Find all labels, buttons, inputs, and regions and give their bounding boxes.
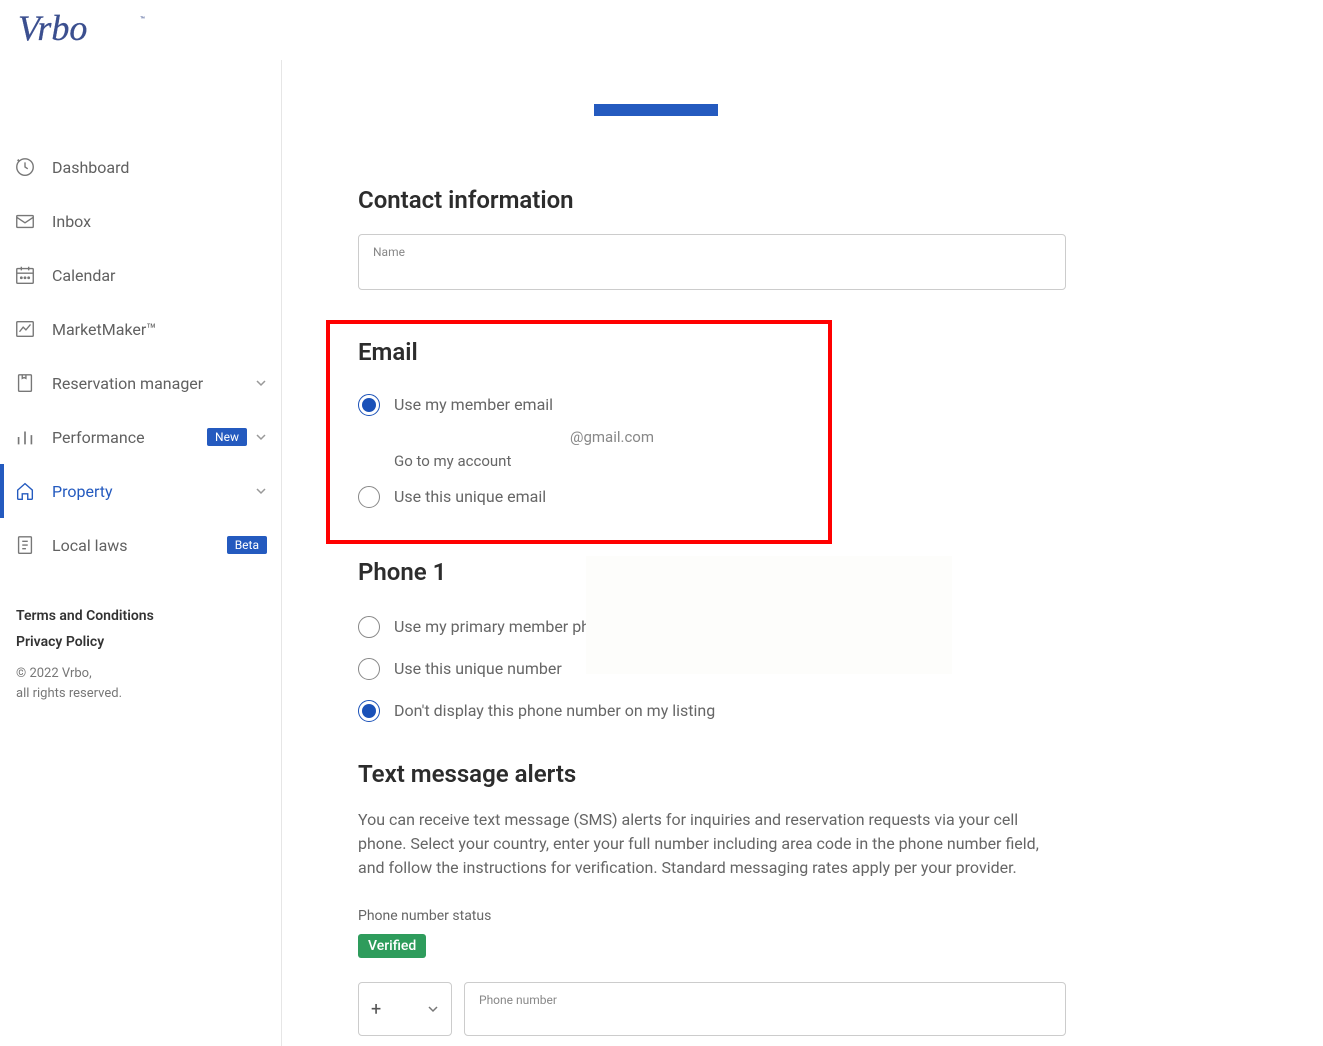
sidebar-label: Calendar [52,266,267,285]
phone-number-input[interactable] [479,1010,1051,1025]
radio-label: Use my member email [394,394,553,416]
country-prefix: + [371,999,381,1020]
mail-icon [14,210,36,232]
sidebar-label: Local laws [52,536,227,555]
radio-button[interactable] [358,700,380,722]
name-input[interactable] [373,259,1051,279]
sidebar-label: Reservation manager [52,374,247,393]
main-content: Contact information Name Email Use my me… [282,60,1322,1046]
terms-link[interactable]: Terms and Conditions [16,608,265,624]
chevron-down-icon [255,482,267,501]
new-badge: New [207,428,247,446]
sms-description: You can receive text message (SMS) alert… [358,808,1066,880]
phone-number-input-wrap[interactable]: Phone number [464,982,1066,1036]
sms-heading: Text message alerts [358,760,1246,788]
sidebar-item-local-laws[interactable]: Local laws Beta [0,518,281,572]
svg-text:™: ™ [140,15,145,24]
radio-label: Don't display this phone number on my li… [394,700,715,722]
sidebar-footer: Terms and Conditions Privacy Policy © 20… [0,592,281,719]
phone-number-label: Phone number [479,993,1051,1007]
radio-button[interactable] [358,658,380,680]
bar-chart-icon [14,426,36,448]
radio-use-unique-email[interactable]: Use this unique email [358,478,800,516]
sidebar-item-marketmaker[interactable]: MarketMaker™ [0,302,281,356]
sidebar-label: Performance [52,428,199,447]
radio-label: Use this unique number [394,658,562,680]
document-icon [14,534,36,556]
radio-use-member-email[interactable]: Use my member email [358,386,800,424]
radio-button[interactable] [358,394,380,416]
sidebar-item-calendar[interactable]: Calendar [0,248,281,302]
radio-button[interactable] [358,616,380,638]
privacy-link[interactable]: Privacy Policy [16,634,265,650]
email-display: @gmail.com [570,428,800,446]
book-icon [14,372,36,394]
phone-status-label: Phone number status [358,908,1246,924]
sidebar-item-reservation-manager[interactable]: Reservation manager [0,356,281,410]
clock-icon [14,156,36,178]
header: Vrbo ™ [0,0,1323,60]
contact-info-heading: Contact information [358,186,1246,214]
country-code-select[interactable]: + [358,982,452,1036]
chevron-down-icon [427,999,439,1020]
sidebar-item-performance[interactable]: Performance New [0,410,281,464]
beta-badge: Beta [227,536,267,554]
copyright: © 2022 Vrbo, all rights reserved. [16,664,265,703]
chevron-down-icon [255,374,267,393]
chevron-down-icon [255,428,267,447]
blue-accent-bar [594,104,718,116]
sidebar-item-inbox[interactable]: Inbox [0,194,281,248]
radio-label: Use my primary member phone [394,616,616,638]
svg-text:Vrbo: Vrbo [18,8,87,48]
sidebar-item-dashboard[interactable]: Dashboard [0,140,281,194]
radio-button[interactable] [358,486,380,508]
sidebar-label: Inbox [52,212,267,231]
email-highlight-box: Email Use my member email @gmail.com Go … [326,320,832,544]
chart-line-icon [14,318,36,340]
calendar-icon [14,264,36,286]
radio-label: Use this unique email [394,486,546,508]
name-input-wrap[interactable]: Name [358,234,1066,290]
house-icon [14,480,36,502]
email-heading: Email [358,338,800,366]
verified-badge: Verified [358,934,426,958]
name-label: Name [373,245,1051,259]
redacted-overlay [586,556,952,674]
sidebar-label: Dashboard [52,158,267,177]
go-to-account-link[interactable]: Go to my account [394,452,800,470]
sidebar-label: MarketMaker™ [52,320,267,339]
sidebar-label: Property [52,482,247,501]
sidebar-item-property[interactable]: Property [0,464,281,518]
brand-logo[interactable]: Vrbo ™ [18,8,1305,52]
radio-dont-display-phone[interactable]: Don't display this phone number on my li… [358,690,1246,732]
sidebar: Dashboard Inbox Calendar MarketMaker™ Re… [0,60,282,1046]
